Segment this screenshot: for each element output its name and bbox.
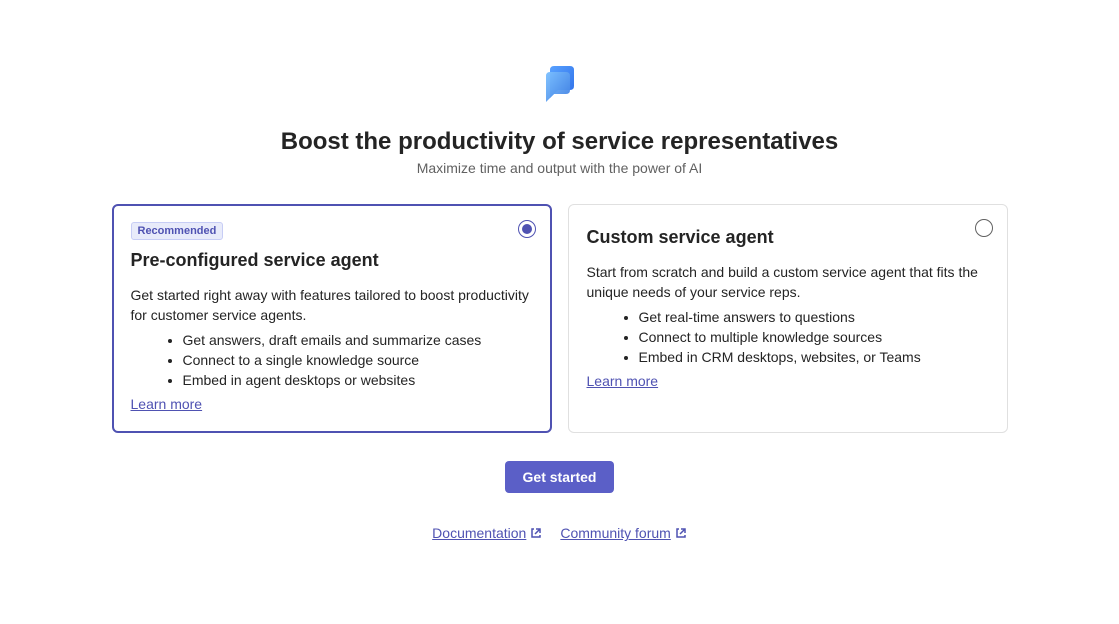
learn-more-link-custom[interactable]: Learn more — [587, 373, 659, 389]
learn-more-link-preconfigured[interactable]: Learn more — [131, 396, 203, 412]
footer-links: Documentation Community forum — [432, 525, 687, 541]
radio-preconfigured[interactable] — [518, 220, 536, 238]
list-item: Connect to a single knowledge source — [183, 350, 533, 370]
radio-custom[interactable] — [975, 219, 993, 237]
option-bullets-preconfigured: Get answers, draft emails and summarize … — [131, 330, 533, 391]
option-cards-row: Recommended Pre-configured service agent… — [112, 204, 1008, 433]
option-bullets-custom: Get real-time answers to questions Conne… — [587, 307, 989, 368]
list-item: Embed in agent desktops or websites — [183, 370, 533, 390]
external-link-icon — [675, 527, 687, 539]
option-card-preconfigured[interactable]: Recommended Pre-configured service agent… — [112, 204, 552, 433]
option-desc-preconfigured: Get started right away with features tai… — [131, 285, 533, 326]
option-desc-custom: Start from scratch and build a custom se… — [587, 262, 989, 303]
option-title-custom: Custom service agent — [587, 227, 989, 248]
external-link-icon — [530, 527, 542, 539]
list-item: Connect to multiple knowledge sources — [639, 327, 989, 347]
documentation-link-label: Documentation — [432, 525, 526, 541]
option-card-custom[interactable]: Custom service agent Start from scratch … — [568, 204, 1008, 433]
list-item: Get answers, draft emails and summarize … — [183, 330, 533, 350]
community-link-label: Community forum — [560, 525, 670, 541]
copilot-logo-icon — [536, 60, 584, 108]
option-title-preconfigured: Pre-configured service agent — [131, 250, 533, 271]
recommended-badge: Recommended — [131, 222, 224, 240]
page-subtitle: Maximize time and output with the power … — [417, 160, 703, 176]
get-started-button[interactable]: Get started — [505, 461, 615, 493]
list-item: Embed in CRM desktops, websites, or Team… — [639, 347, 989, 367]
page-title: Boost the productivity of service repres… — [281, 128, 839, 156]
community-forum-link[interactable]: Community forum — [560, 525, 686, 541]
documentation-link[interactable]: Documentation — [432, 525, 542, 541]
list-item: Get real-time answers to questions — [639, 307, 989, 327]
